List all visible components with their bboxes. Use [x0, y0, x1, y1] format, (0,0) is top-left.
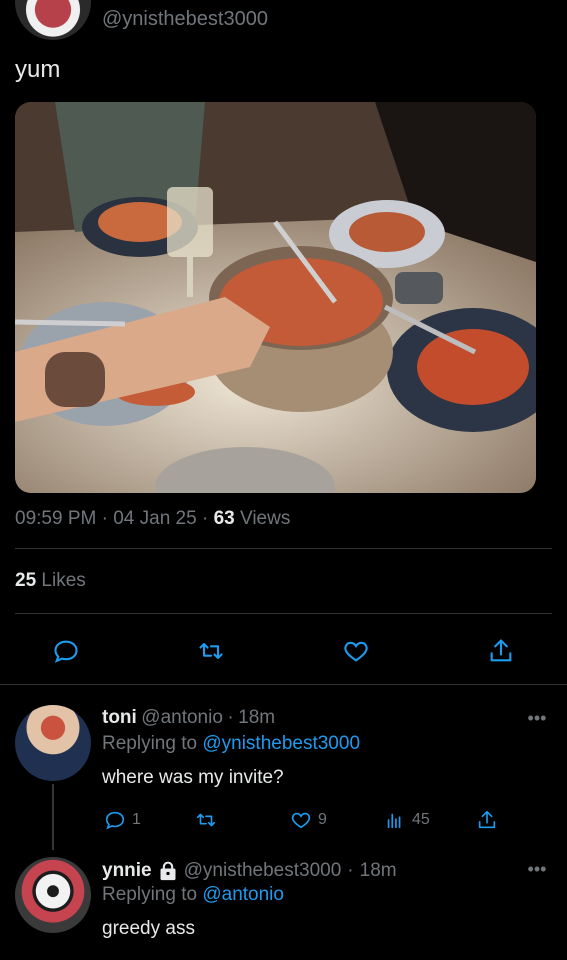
meta-separator: ·: [347, 860, 354, 881]
reply-author-handle[interactable]: @ynisthebest3000: [184, 860, 342, 882]
retweet-icon: [199, 642, 223, 660]
replying-to-label: Replying to: [102, 884, 198, 905]
reply-author-handle[interactable]: @antonio: [141, 707, 223, 728]
divider: [15, 613, 552, 614]
reply-retweet-button[interactable]: [195, 808, 217, 832]
retweet-icon: [196, 813, 216, 827]
tweet-date: 04 Jan 25: [113, 508, 197, 529]
reply-header: toni @antonio · 18m: [102, 707, 275, 729]
replying-to-label: Replying to: [102, 733, 198, 754]
like-button[interactable]: [339, 634, 373, 668]
meta-separator: ·: [227, 707, 234, 728]
replying-to: Replying to @ynisthebest3000: [102, 733, 360, 755]
top-avatar[interactable]: [15, 0, 91, 40]
thread-line: [52, 784, 54, 850]
views-count: 63: [213, 508, 235, 529]
reply-text: where was my invite?: [102, 767, 284, 788]
divider: [0, 684, 567, 685]
likes-count: 25: [15, 570, 37, 591]
reply-author-name[interactable]: ynnie: [102, 860, 152, 882]
meta-separator: ·: [201, 508, 209, 529]
reply-author-name[interactable]: toni: [102, 707, 137, 728]
tweet-text: yum: [15, 56, 61, 83]
reply-icon: [105, 811, 125, 830]
views-label: Views: [240, 508, 291, 529]
share-button[interactable]: [484, 634, 518, 668]
like-icon: [344, 641, 368, 662]
reply-icon: [54, 640, 78, 663]
more-options-icon[interactable]: •••: [525, 708, 549, 728]
reply-reply-button[interactable]: 1: [104, 808, 141, 832]
reply-like-button[interactable]: 9: [290, 808, 327, 832]
reply-time: 18m: [359, 860, 397, 881]
likes-row[interactable]: 25 Likes: [15, 570, 86, 592]
food-photo-illustration: [15, 102, 536, 493]
reply-share-button[interactable]: [476, 808, 498, 832]
tweet-time: 09:59 PM: [15, 508, 97, 529]
likes-label: Likes: [41, 570, 86, 591]
like-count: 9: [318, 811, 327, 828]
reply-views-button[interactable]: 45: [384, 808, 430, 832]
toni-avatar[interactable]: [15, 705, 91, 781]
lock-icon: [160, 861, 176, 881]
reply-text: greedy ass: [102, 918, 195, 939]
replying-to-link[interactable]: @antonio: [202, 884, 284, 905]
share-icon: [490, 639, 512, 662]
like-icon: [291, 812, 311, 829]
view-count: 45: [412, 811, 430, 828]
divider: [15, 548, 552, 549]
reply-button[interactable]: [49, 634, 83, 668]
tweet-meta: 09:59 PM · 04 Jan 25 · 63 Views: [15, 508, 290, 530]
reply-count: 1: [132, 811, 141, 828]
share-icon: [478, 810, 496, 829]
author-handle[interactable]: @ynisthebest3000: [102, 8, 268, 31]
meta-separator: ·: [101, 508, 108, 529]
reply-header: ynnie @ynisthebest3000 · 18m: [102, 860, 397, 882]
ynnie-avatar[interactable]: [15, 857, 91, 933]
reply-time: 18m: [238, 707, 276, 728]
replying-to-link[interactable]: @ynisthebest3000: [202, 733, 360, 754]
replying-to: Replying to @antonio: [102, 884, 284, 906]
views-icon: [387, 813, 401, 829]
tweet-photo[interactable]: [15, 102, 536, 493]
retweet-button[interactable]: [194, 634, 228, 668]
more-options-icon[interactable]: •••: [525, 859, 549, 879]
